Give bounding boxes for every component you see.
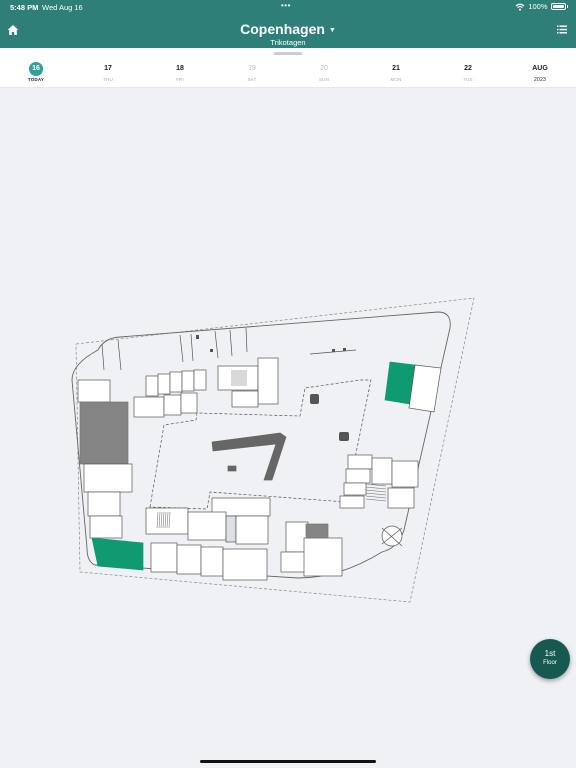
battery-percent: 100% [528,2,548,11]
location-title[interactable]: Copenhagen [240,21,325,37]
status-time: 5:48 PM [10,3,39,12]
date-mon[interactable]: 21 MON [378,62,414,82]
date-sat[interactable]: 19 SAT [234,62,270,82]
multitask-dots[interactable]: ••• [281,1,291,10]
building-name: Trikotagen [270,38,306,47]
room-available-1 [91,537,144,571]
home-indicator[interactable] [200,760,376,763]
top-bar: Copenhagen ▼ Trikotagen [0,16,576,48]
location-selector[interactable]: Copenhagen ▼ [0,21,576,39]
chevron-down-icon[interactable]: ▼ [329,27,336,34]
status-date: Wed Aug 16 [42,3,83,12]
floor-plan-map[interactable] [0,88,576,768]
floor-selector-button[interactable]: 1st Floor [530,639,570,679]
status-indicators: 100% [515,2,568,11]
status-bar: 5:48 PM Wed Aug 16 ••• 100% [0,0,576,16]
date-tue[interactable]: 22 TUE [450,62,486,82]
room-occupied-1 [79,401,129,465]
room-occupied-2 [305,523,329,539]
date-sun[interactable]: 20 SUN [306,62,342,82]
battery-icon [550,3,566,10]
date-thu[interactable]: 17 THU [90,62,126,82]
drag-handle[interactable] [274,52,302,55]
wifi-icon [515,3,525,11]
month-picker[interactable]: AUG 2023 [522,62,558,83]
date-strip: 16 TODAY 17 THU 18 FRI 19 SAT 20 SUN 21 … [0,48,576,88]
date-today[interactable]: 16 TODAY [18,62,54,82]
date-fri[interactable]: 18 FRI [162,62,198,82]
list-menu-icon[interactable] [557,25,567,34]
